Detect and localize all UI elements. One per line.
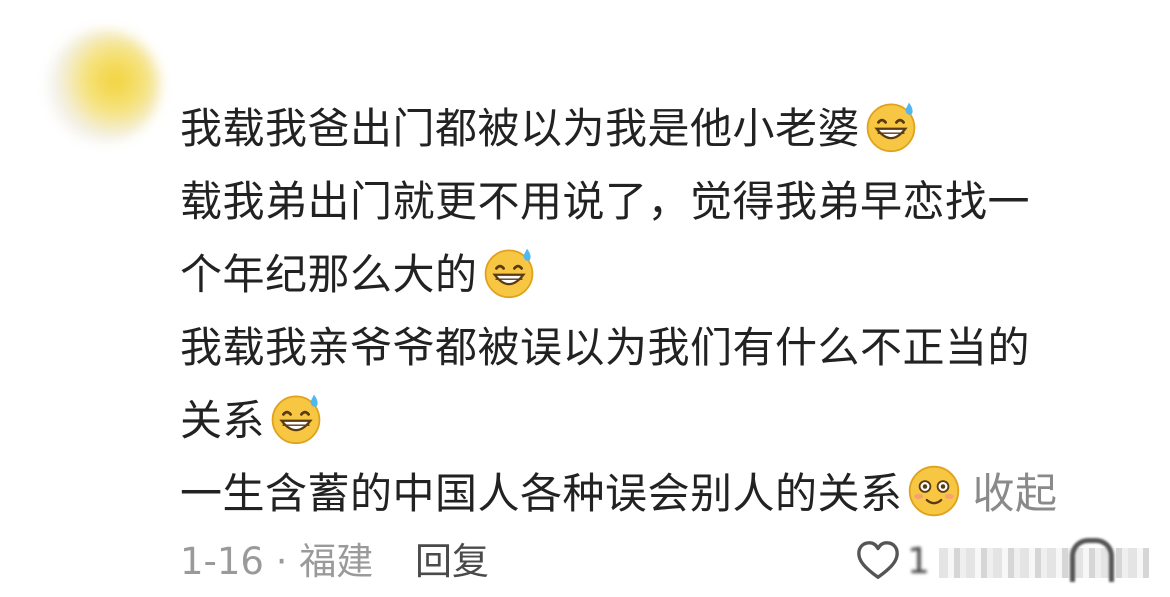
comment-text: 我载我爸出门都被以为我是他小老婆 [180, 104, 861, 153]
watermark-mosaic [939, 548, 1149, 578]
flushed-smile-emoji-icon [908, 465, 959, 517]
like-count: 1 [907, 541, 930, 582]
more-icon[interactable] [1070, 538, 1114, 582]
grinning-sweat-emoji-icon [271, 394, 321, 445]
comment-line: 我载我亲爷爷都被误以为我们有什么不正当的 [180, 311, 1140, 384]
comment-line: 载我弟出门就更不用说了，觉得我弟早恋找一 [180, 165, 1140, 238]
comment-line: 个年纪那么大的 [180, 238, 1140, 311]
heart-icon[interactable] [855, 538, 901, 584]
comment-line: 一生含蓄的中国人各种误会别人的关系 收起 [180, 457, 1140, 530]
collapse-link[interactable]: 收起 [973, 469, 1058, 518]
avatar[interactable] [48, 30, 160, 142]
comment-text: 一生含蓄的中国人各种误会别人的关系 [180, 469, 903, 518]
comment-text: 载我弟出门就更不用说了，觉得我弟早恋找一 [180, 177, 1031, 226]
comment-line: 我载我爸出门都被以为我是他小老婆 [180, 92, 1140, 165]
comment-line: 关系 [180, 384, 1140, 457]
grinning-sweat-emoji-icon [866, 102, 916, 153]
comment-text: 我载我亲爷爷都被误以为我们有什么不正当的 [180, 323, 1031, 372]
reply-button[interactable]: 回复 [415, 538, 489, 586]
grinning-sweat-emoji-icon [484, 248, 533, 299]
comment-actions: 1 [855, 534, 1155, 590]
comment-text: 个年纪那么大的 [180, 250, 478, 299]
comment-text: 关系 [180, 396, 266, 445]
comment-body: 我载我爸出门都被以为我是他小老婆 载我弟出门就更不用说了，觉得我弟早恋找一 个年… [180, 92, 1140, 530]
comment-date-location: 1-16 · 福建 [180, 540, 374, 583]
